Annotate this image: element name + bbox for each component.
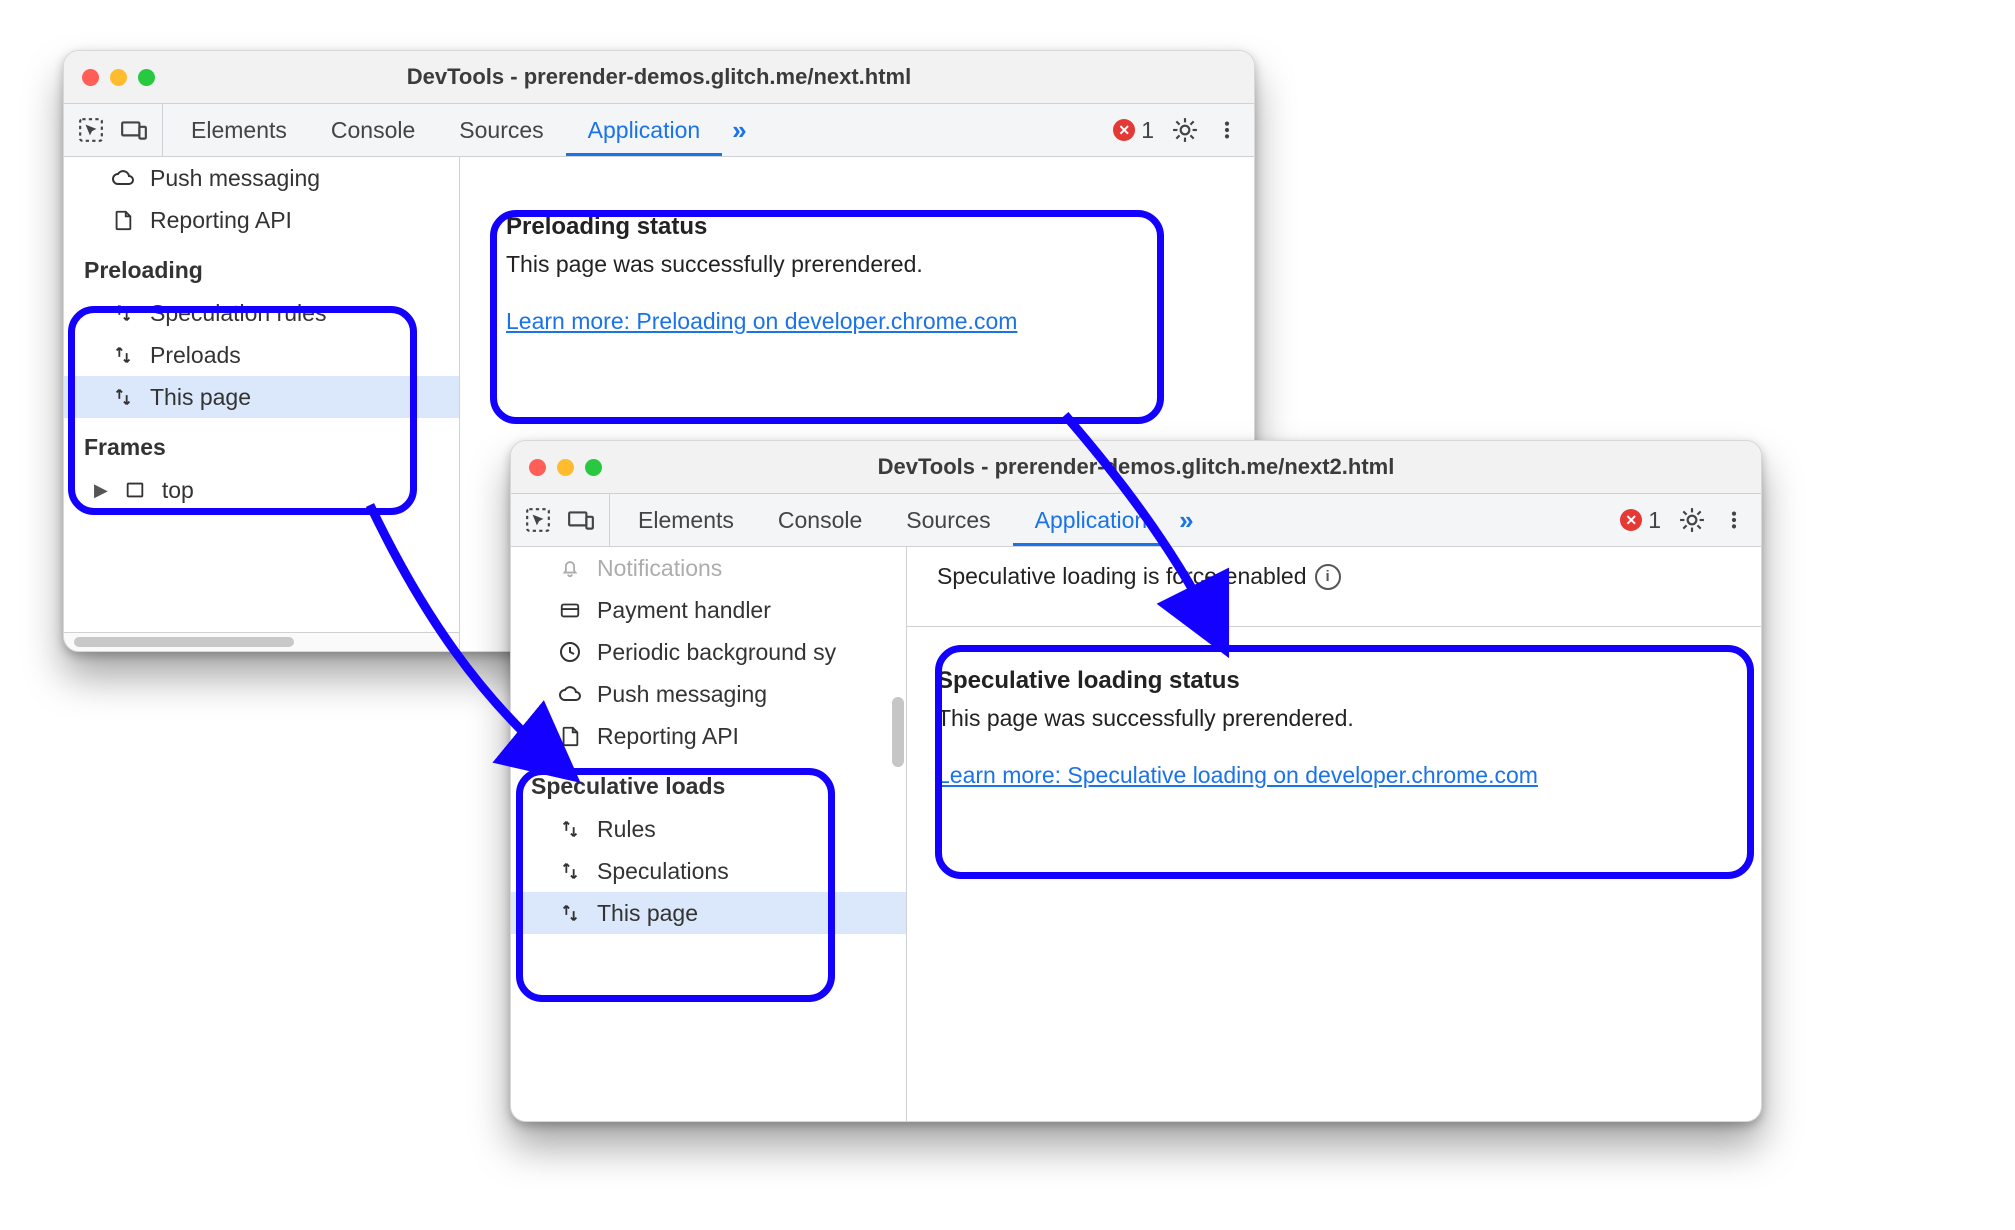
scrollbar-vertical[interactable] [892, 697, 904, 767]
sidebar-item-label: Payment handler [597, 597, 771, 624]
updown-icon [557, 818, 583, 840]
more-tabs-icon[interactable]: » [1169, 494, 1203, 546]
tab-console[interactable]: Console [756, 494, 884, 546]
sidebar-item-label: Preloads [150, 342, 241, 369]
window-title: DevTools - prerender-demos.glitch.me/nex… [511, 454, 1761, 480]
sidebar-item-this-page[interactable]: This page [64, 376, 459, 418]
speculative-status-title: Speculative loading status [937, 667, 1731, 695]
sidebar-item-frame-top[interactable]: ▶ top [64, 469, 459, 511]
tab-sources[interactable]: Sources [884, 494, 1012, 546]
error-icon: ✕ [1620, 509, 1642, 531]
sidebar-item-label: Reporting API [597, 723, 739, 750]
sidebar-item-label: top [162, 477, 194, 504]
document-icon [110, 208, 136, 232]
cloud-icon [110, 166, 136, 190]
sidebar-item-label: Rules [597, 816, 656, 843]
sidebar-item-label: Speculations [597, 858, 729, 885]
updown-icon [110, 386, 136, 408]
scrollbar-horizontal[interactable] [64, 632, 459, 651]
sidebar-item-speculation-rules[interactable]: Speculation rules [64, 292, 459, 334]
updown-icon [557, 860, 583, 882]
section-frames[interactable]: Frames [64, 418, 459, 469]
settings-icon[interactable] [1172, 117, 1198, 143]
cloud-icon [557, 682, 583, 706]
tab-strip: Elements Console Sources Application » ✕… [511, 494, 1761, 547]
sidebar-item-rules[interactable]: Rules [511, 808, 906, 850]
sidebar-item-speculations[interactable]: Speculations [511, 850, 906, 892]
sidebar-item-reporting-api[interactable]: Reporting API [64, 199, 459, 241]
app-sidebar: Notifications Payment handler Periodic b… [511, 547, 907, 1121]
tab-application[interactable]: Application [566, 104, 723, 156]
tab-sources[interactable]: Sources [437, 104, 565, 156]
error-icon: ✕ [1113, 119, 1135, 141]
traffic-lights[interactable] [529, 459, 602, 476]
sidebar-item-label: This page [597, 900, 698, 927]
titlebar[interactable]: DevTools - prerender-demos.glitch.me/nex… [64, 51, 1254, 104]
zoom-icon[interactable] [585, 459, 602, 476]
updown-icon [110, 302, 136, 324]
info-icon[interactable]: i [1315, 564, 1341, 590]
error-count: 1 [1141, 117, 1154, 144]
minimize-icon[interactable] [110, 69, 127, 86]
error-counter[interactable]: ✕ 1 [1620, 507, 1661, 534]
inspect-icon[interactable] [78, 117, 104, 143]
error-count: 1 [1648, 507, 1661, 534]
tab-application[interactable]: Application [1013, 494, 1170, 546]
app-sidebar: Push messaging Reporting API Preloading … [64, 157, 460, 651]
sidebar-item-notifications[interactable]: Notifications [511, 547, 906, 589]
inspect-icon[interactable] [525, 507, 551, 533]
section-preloading[interactable]: Preloading [64, 241, 459, 292]
preloading-status-text: This page was successfully prerendered. [506, 251, 1224, 278]
sidebar-item-label: Reporting API [150, 207, 292, 234]
device-toggle-icon[interactable] [567, 507, 595, 533]
clock-icon [557, 640, 583, 664]
sidebar-item-reporting-api[interactable]: Reporting API [511, 715, 906, 757]
traffic-lights[interactable] [82, 69, 155, 86]
bell-icon [557, 557, 583, 579]
sidebar-item-label: Push messaging [597, 681, 767, 708]
kebab-icon[interactable] [1216, 117, 1238, 143]
close-icon[interactable] [82, 69, 99, 86]
devtools-window-2: DevTools - prerender-demos.glitch.me/nex… [510, 440, 1762, 1122]
tab-strip: Elements Console Sources Application » ✕… [64, 104, 1254, 157]
preloading-status-title: Preloading status [506, 213, 1224, 241]
device-toggle-icon[interactable] [120, 117, 148, 143]
frame-icon [122, 479, 148, 501]
sidebar-item-label: Push messaging [150, 165, 320, 192]
more-tabs-icon[interactable]: » [722, 104, 756, 156]
settings-icon[interactable] [1679, 507, 1705, 533]
sidebar-item-label: This page [150, 384, 251, 411]
sidebar-item-push-messaging[interactable]: Push messaging [511, 673, 906, 715]
card-icon [557, 599, 583, 621]
learn-more-link[interactable]: Learn more: Speculative loading on devel… [937, 762, 1538, 788]
disclosure-triangle-icon[interactable]: ▶ [94, 480, 108, 501]
kebab-icon[interactable] [1723, 507, 1745, 533]
sidebar-item-periodic-bg-sync[interactable]: Periodic background sy [511, 631, 906, 673]
sidebar-item-payment-handler[interactable]: Payment handler [511, 589, 906, 631]
window-title: DevTools - prerender-demos.glitch.me/nex… [64, 64, 1254, 90]
sidebar-item-label: Periodic background sy [597, 639, 836, 666]
document-icon [557, 724, 583, 748]
sidebar-item-label: Speculation rules [150, 300, 326, 327]
tab-elements[interactable]: Elements [169, 104, 309, 156]
tab-elements[interactable]: Elements [616, 494, 756, 546]
tab-console[interactable]: Console [309, 104, 437, 156]
close-icon[interactable] [529, 459, 546, 476]
titlebar[interactable]: DevTools - prerender-demos.glitch.me/nex… [511, 441, 1761, 494]
application-main: Speculative loading is force-enabled i S… [907, 547, 1761, 1121]
minimize-icon[interactable] [557, 459, 574, 476]
sidebar-item-push-messaging[interactable]: Push messaging [64, 157, 459, 199]
updown-icon [557, 902, 583, 924]
sidebar-item-this-page[interactable]: This page [511, 892, 906, 934]
error-counter[interactable]: ✕ 1 [1113, 117, 1154, 144]
speculative-status-text: This page was successfully prerendered. [937, 705, 1731, 732]
learn-more-link[interactable]: Learn more: Preloading on developer.chro… [506, 308, 1017, 334]
updown-icon [110, 344, 136, 366]
section-speculative-loads[interactable]: Speculative loads [511, 757, 906, 808]
zoom-icon[interactable] [138, 69, 155, 86]
sidebar-item-preloads[interactable]: Preloads [64, 334, 459, 376]
sidebar-item-label: Notifications [597, 555, 722, 582]
speculative-banner: Speculative loading is force-enabled [937, 563, 1307, 590]
